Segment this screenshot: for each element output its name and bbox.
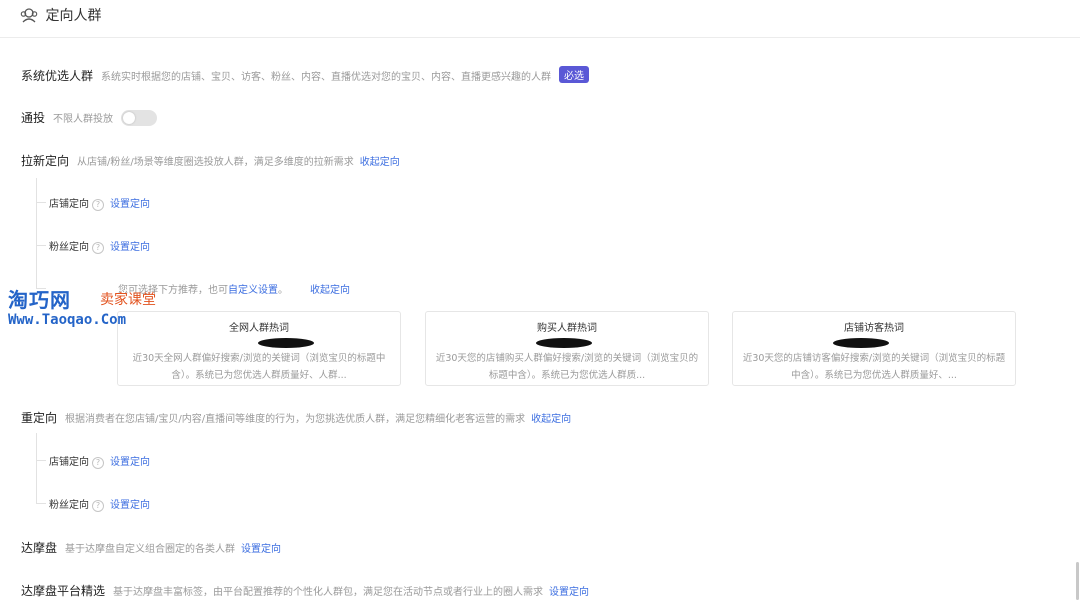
tongtou-desc: 不限人群投放 [53, 114, 114, 125]
laxin-collapse-link[interactable]: 收起定向 [360, 157, 400, 168]
retarget-label: 重定向 [21, 411, 58, 425]
card-title: 购买人群热词 [537, 323, 597, 334]
keyword-collapse-link[interactable]: 收起定向 [310, 285, 350, 296]
help-icon[interactable]: ? [92, 457, 104, 469]
tree-branch [36, 245, 46, 246]
tree-branch [36, 460, 46, 461]
damopan-set-link[interactable]: 设置定向 [241, 544, 281, 555]
page-title: 定向人群 [45, 8, 102, 24]
card-desc: 近30天您的店铺购买人群偏好搜索/浏览的关键词（浏览宝贝的标题中含）。系统已为您… [435, 353, 699, 381]
system-desc: 系统实时根据您的店铺、宝贝、访客、粉丝、内容、直播优选对您的宝贝、内容、直播更感… [101, 72, 552, 83]
scrollbar[interactable] [1076, 562, 1079, 600]
required-badge: 必选 [559, 66, 590, 83]
card-title: 店铺访客热词 [844, 323, 904, 334]
keyword-card[interactable]: 全网人群热词 近30天全网人群偏好搜索/浏览的关键词（浏览宝贝的标题中含）。系统… [117, 311, 401, 386]
damopan-desc: 基于达摩盘自定义组合圈定的各类人群 [65, 544, 236, 555]
help-icon[interactable]: ? [92, 500, 104, 512]
help-icon[interactable]: ? [92, 242, 104, 254]
retarget-collapse-link[interactable]: 收起定向 [531, 414, 571, 425]
laxin-tree-line [36, 178, 37, 288]
shop-targeting-label: 店铺定向 [49, 457, 89, 468]
tree-branch [36, 202, 46, 203]
laxin-label: 拉新定向 [21, 154, 70, 168]
watermark-url: Www.Taoqao.Com [8, 312, 127, 328]
tree-branch [36, 503, 46, 504]
retarget-row: 重定向 根据消费者在您店铺/宝贝/内容/直播间等维度的行为，为您挑选优质人群，满足… [21, 409, 571, 426]
page-header: 定向人群 [20, 5, 102, 26]
system-label: 系统优选人群 [21, 69, 94, 83]
laxin-row: 拉新定向 从店铺/粉丝/场景等维度圈选投放人群，满足多维度的拉新需求 收起定向 [21, 152, 400, 169]
toggle-knob [123, 112, 136, 124]
damopan-row: 达摩盘 基于达摩盘自定义组合圈定的各类人群 设置定向 [21, 539, 281, 556]
custom-setting-link[interactable]: 自定义设置 [228, 285, 278, 296]
card-desc: 近30天您的店铺访客偏好搜索/浏览的关键词（浏览宝贝的标题中含）。系统已为您优选… [742, 353, 1006, 381]
keyword-card[interactable]: 购买人群热词 近30天您的店铺购买人群偏好搜索/浏览的关键词（浏览宝贝的标题中含… [425, 311, 709, 386]
damopan-platform-label: 达摩盘平台精选 [21, 584, 106, 598]
fans-targeting-set-link[interactable]: 设置定向 [110, 500, 150, 511]
fans-targeting-label: 粉丝定向 [49, 242, 89, 253]
fans-targeting-set-link[interactable]: 设置定向 [110, 242, 150, 253]
header-divider [0, 37, 1080, 38]
card-title: 全网人群热词 [229, 323, 289, 334]
tongtou-label: 通投 [21, 111, 46, 125]
retarget-fans-row: 粉丝定向? 设置定向 [49, 496, 150, 512]
shop-targeting-label: 店铺定向 [49, 199, 89, 210]
keyword-punct: 。 [278, 285, 288, 296]
laxin-fans-row: 粉丝定向? 设置定向 [49, 238, 150, 254]
redaction-mark [833, 338, 889, 348]
keyword-card[interactable]: 店铺访客热词 近30天您的店铺访客偏好搜索/浏览的关键词（浏览宝贝的标题中含）。… [732, 311, 1016, 386]
damopan-platform-desc: 基于达摩盘丰富标签，由平台配置推荐的个性化人群包，满足您在活动节点或者行业上的圈… [113, 587, 544, 598]
shop-targeting-set-link[interactable]: 设置定向 [110, 457, 150, 468]
watermark-site-name: 淘巧网 [8, 288, 71, 312]
system-row: 系统优选人群 系统实时根据您的店铺、宝贝、访客、粉丝、内容、直播优选对您的宝贝、内… [21, 66, 590, 84]
shop-targeting-set-link[interactable]: 设置定向 [110, 199, 150, 210]
laxin-shop-row: 店铺定向? 设置定向 [49, 195, 150, 211]
fans-targeting-label: 粉丝定向 [49, 500, 89, 511]
damopan-label: 达摩盘 [21, 541, 58, 555]
damopan-platform-row: 达摩盘平台精选 基于达摩盘丰富标签，由平台配置推荐的个性化人群包，满足您在活动节点… [21, 582, 589, 599]
tongtou-row: 通投 不限人群投放 [21, 109, 158, 126]
tongtou-toggle[interactable] [121, 110, 158, 126]
retarget-shop-row: 店铺定向? 设置定向 [49, 453, 150, 469]
retarget-tree-line [36, 433, 37, 503]
card-desc: 近30天全网人群偏好搜索/浏览的关键词（浏览宝贝的标题中含）。系统已为您优选人群… [132, 353, 386, 381]
crowd-icon [20, 7, 38, 26]
redaction-mark [536, 338, 592, 348]
laxin-desc: 从店铺/粉丝/场景等维度圈选投放人群，满足多维度的拉新需求 [77, 157, 354, 168]
damopan-platform-set-link[interactable]: 设置定向 [549, 587, 589, 598]
watermark-tagline: 卖家课堂 [100, 292, 156, 308]
retarget-desc: 根据消费者在您店铺/宝贝/内容/直播间等维度的行为，为您挑选优质人群，满足您精细… [65, 414, 526, 425]
help-icon[interactable]: ? [92, 199, 104, 211]
redaction-mark [258, 338, 314, 348]
